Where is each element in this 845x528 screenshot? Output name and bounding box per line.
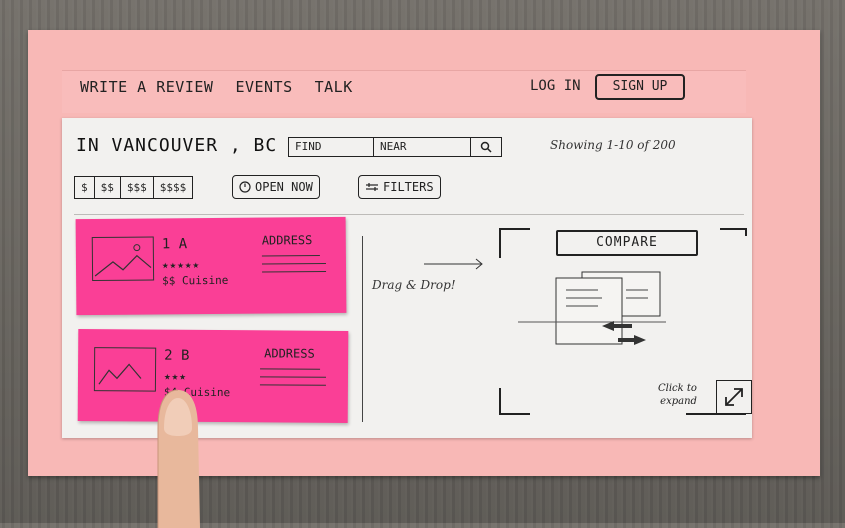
price-filter-2[interactable]: $$: [95, 177, 121, 198]
result-card-2[interactable]: 2 B ★★★ $4 Cuisine ADDRESS: [77, 329, 349, 423]
price-filter-4[interactable]: $$$$: [154, 177, 193, 198]
address-line: [259, 384, 326, 386]
address-line: [261, 255, 320, 257]
near-input[interactable]: NEAR: [374, 138, 471, 156]
expand-icon: [725, 388, 743, 406]
nav-events[interactable]: EVENTS: [235, 78, 292, 96]
price-filter-1[interactable]: $: [75, 177, 95, 198]
result-address: ADDRESS: [264, 346, 315, 361]
sliders-icon: [365, 182, 379, 192]
address-line: [259, 376, 326, 378]
star-rating: ★★★: [163, 369, 187, 383]
login-link[interactable]: LOG IN: [530, 78, 581, 94]
clock-icon: [239, 181, 251, 193]
column-divider: [362, 236, 363, 422]
compare-documents-icon: [518, 271, 666, 345]
top-nav: WRITE A REVIEW EVENTS TALK: [80, 78, 353, 96]
drag-drop-hint: Drag & Drop!: [372, 278, 456, 292]
compare-button[interactable]: COMPARE: [556, 230, 698, 256]
open-now-button[interactable]: OPEN NOW: [232, 175, 320, 199]
expand-button[interactable]: [716, 380, 752, 414]
find-input[interactable]: FIND: [289, 138, 374, 156]
address-line: [261, 262, 326, 265]
results-count: Showing 1-10 of 200: [550, 138, 676, 152]
divider: [74, 214, 744, 215]
filters-button[interactable]: FILTERS: [358, 175, 441, 199]
result-cuisine: $$ Cuisine: [162, 273, 229, 288]
address-line: [260, 368, 321, 370]
result-name[interactable]: 2 B: [164, 348, 189, 364]
star-rating: ★★★★★: [161, 258, 201, 272]
open-now-label: OPEN NOW: [255, 180, 313, 194]
price-filter-3[interactable]: $$$: [121, 177, 154, 198]
signup-button[interactable]: SIGN UP: [595, 74, 685, 100]
search-bar: FIND NEAR: [288, 137, 502, 157]
result-address: ADDRESS: [261, 233, 313, 248]
image-placeholder-icon: [91, 236, 155, 282]
nav-write-review[interactable]: WRITE A REVIEW: [80, 78, 213, 96]
price-filter-group: $ $$ $$$ $$$$: [74, 176, 194, 199]
arrow-right-icon: [424, 258, 483, 270]
expand-hint: Click to expand: [658, 382, 697, 408]
search-icon[interactable]: [471, 138, 501, 156]
result-name[interactable]: 1 A: [162, 236, 187, 252]
nav-talk[interactable]: TALK: [315, 78, 353, 96]
result-card-1[interactable]: 1 A ★★★★★ $$ Cuisine ADDRESS: [75, 216, 347, 316]
pointing-finger: [157, 389, 200, 528]
image-placeholder-icon: [93, 347, 157, 392]
expand-hint-line1: Click to: [658, 383, 697, 394]
page-title: IN VANCOUVER , BC: [76, 135, 278, 156]
expand-hint-line2: expand: [660, 396, 697, 407]
address-line: [262, 270, 327, 273]
filters-label: FILTERS: [383, 180, 434, 194]
